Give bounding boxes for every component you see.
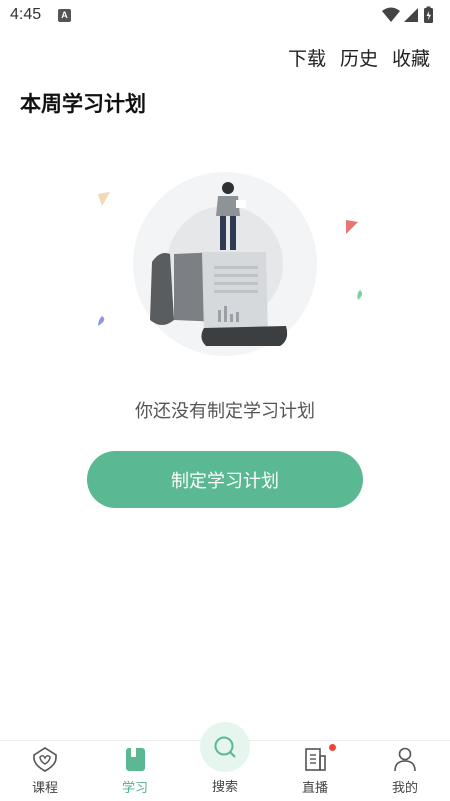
- wifi-icon: [382, 7, 400, 22]
- nav-label-study: 学习: [121, 781, 148, 796]
- nav-item-search[interactable]: [200, 722, 250, 772]
- person-icon: [394, 747, 416, 772]
- page-title: 本周学习计划: [20, 92, 146, 116]
- download-link[interactable]: 下载: [288, 44, 326, 72]
- nav-label-search: 搜索: [211, 780, 238, 795]
- notification-icon: A: [58, 9, 71, 22]
- search-icon: [214, 736, 236, 758]
- favorites-link[interactable]: 收藏: [392, 44, 430, 72]
- empty-state-illustration: [90, 170, 380, 370]
- status-bar: 4:45 A: [0, 0, 450, 32]
- history-link[interactable]: 历史: [340, 44, 378, 72]
- live-badge-dot: [329, 744, 336, 751]
- book-icon: [126, 748, 145, 771]
- battery-icon: [424, 6, 433, 23]
- nav-item-courses[interactable]: 课程: [10, 741, 80, 801]
- building-icon: [305, 748, 326, 771]
- nav-label-mine: 我的: [391, 781, 418, 796]
- top-links: 下载 历史 收藏: [288, 44, 430, 72]
- nav-label-live: 直播: [301, 781, 328, 796]
- status-time: 4:45: [10, 6, 42, 23]
- signal-icon: [404, 8, 418, 22]
- empty-state-message: 你还没有制定学习计划: [135, 401, 315, 422]
- nav-item-study[interactable]: 学习: [100, 741, 170, 801]
- status-icons: [380, 6, 442, 26]
- heart-shield-icon: [33, 747, 57, 772]
- nav-item-live[interactable]: 直播: [280, 741, 350, 801]
- nav-item-mine[interactable]: 我的: [370, 741, 440, 801]
- create-plan-button[interactable]: 制定学习计划: [87, 451, 363, 508]
- nav-label-courses: 课程: [31, 781, 58, 796]
